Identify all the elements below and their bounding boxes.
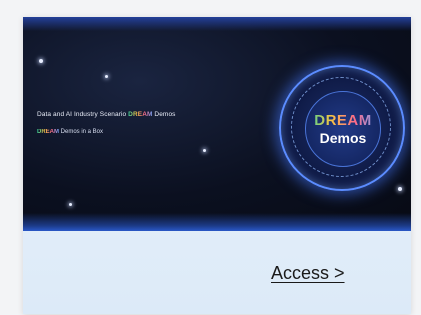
dream-demos-card[interactable]: Data and AI Industry Scenario DREAM Demo…: [23, 17, 411, 314]
star-icon: [105, 75, 108, 78]
access-link[interactable]: Access >: [271, 263, 345, 284]
star-icon: [398, 187, 402, 191]
star-icon: [69, 203, 72, 206]
banner-subline: DREAM Demos in a Box: [37, 129, 104, 135]
star-icon: [39, 59, 43, 63]
banner-top-glow: [23, 17, 411, 31]
badge-center: DREAM Demos: [305, 91, 381, 167]
dream-demos-badge: DREAM Demos: [279, 65, 405, 191]
star-icon: [203, 149, 206, 152]
banner-image: Data and AI Industry Scenario DREAM Demo…: [23, 17, 411, 231]
dream-highlight: DREAM: [128, 111, 153, 118]
dream-highlight: DREAM: [37, 129, 59, 135]
banner-bottom-glow: [23, 213, 411, 231]
banner-headline: Data and AI Industry Scenario DREAM Demo…: [37, 111, 176, 118]
badge-demos-text: Demos: [319, 130, 367, 146]
badge-dream-text: DREAM: [306, 112, 380, 129]
